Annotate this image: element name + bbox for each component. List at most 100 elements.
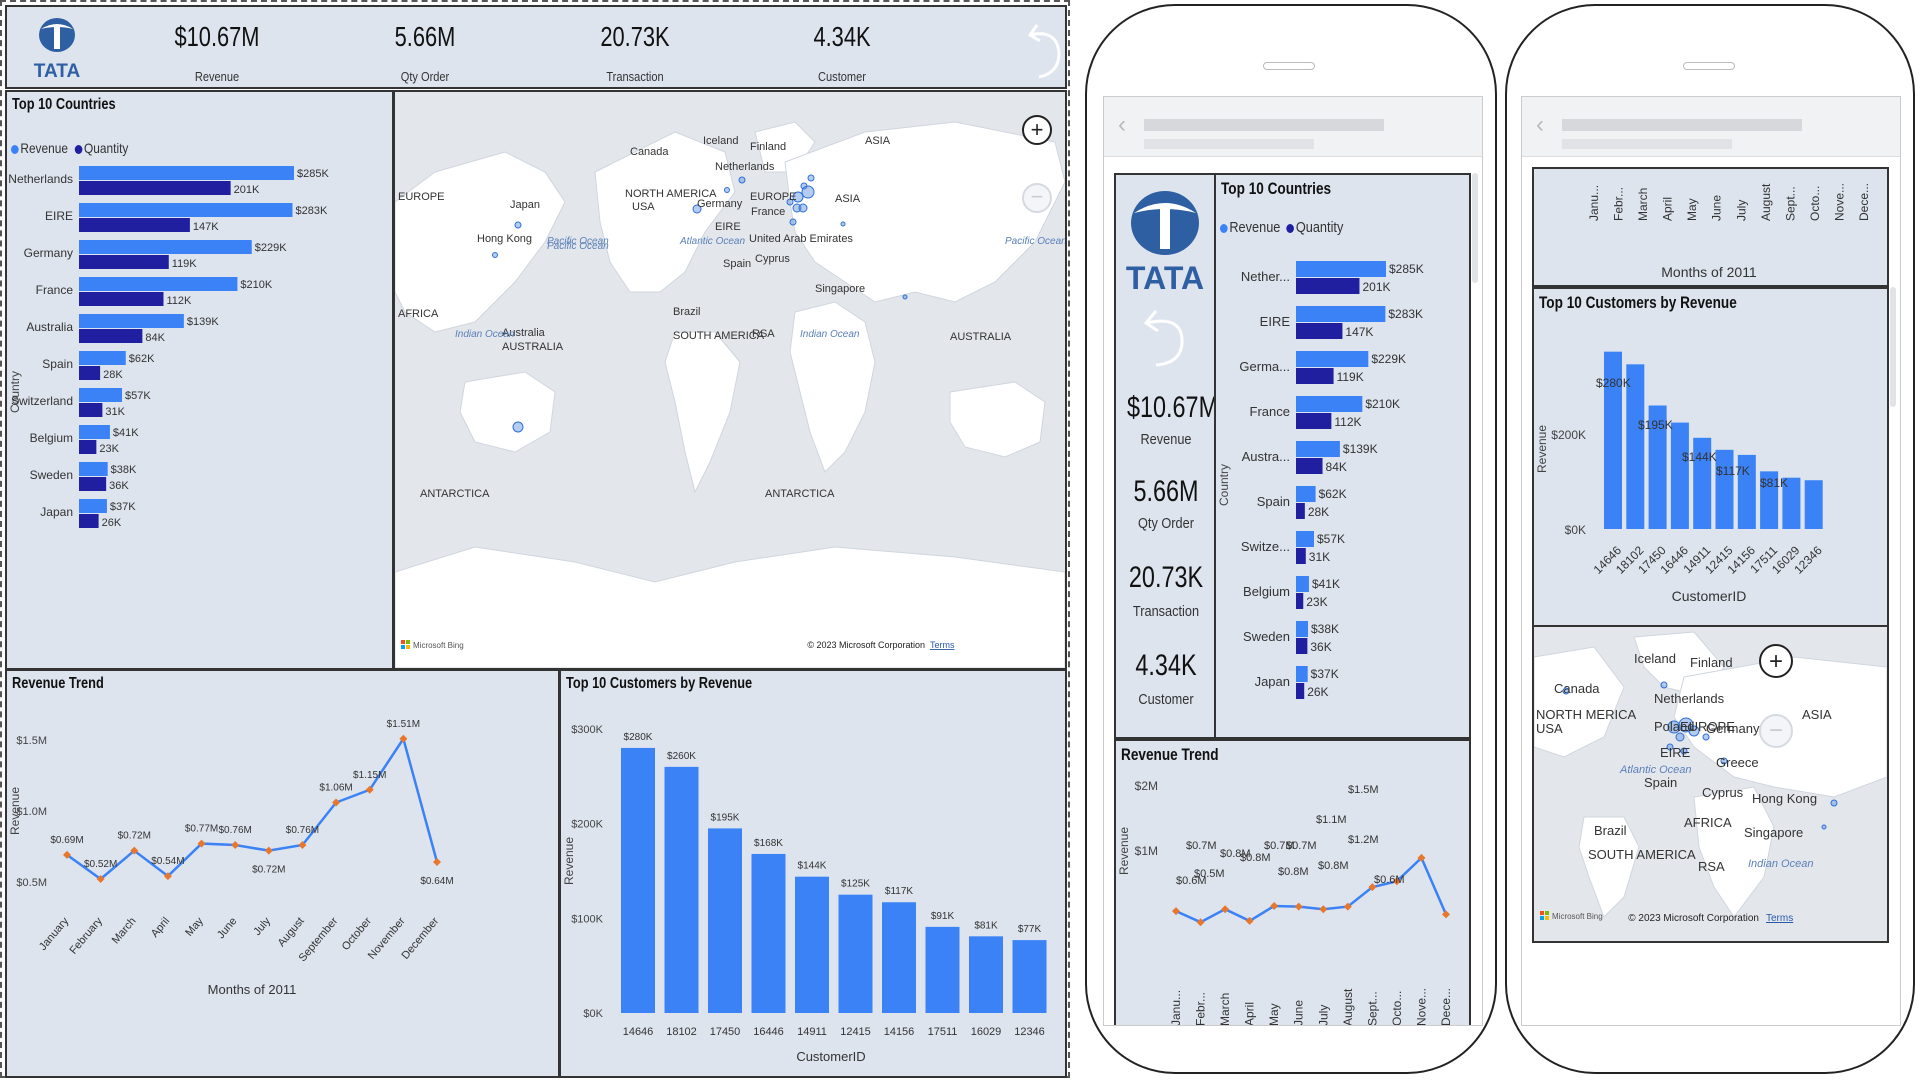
customer-bar: [882, 902, 916, 1013]
customer-data-label: $81K: [974, 920, 998, 931]
map-terms-link[interactable]: Terms: [930, 640, 955, 650]
mobile-trend-x-tick: June: [1292, 1000, 1306, 1026]
zoom-in-button[interactable]: +: [1022, 115, 1052, 145]
mobile2-trend-x-tick: June: [1710, 195, 1724, 221]
customers-y-tick: $100K: [571, 913, 603, 925]
quantity-data-label: 36K: [109, 480, 129, 492]
mobile-scrollbar-2[interactable]: [1890, 287, 1896, 407]
map-label: AFRICA: [398, 308, 439, 320]
quantity-data-label: 201K: [234, 184, 260, 196]
customer-data-label: $260K: [667, 751, 696, 762]
map-label: Japan: [510, 199, 540, 211]
quantity-bar: [79, 440, 97, 454]
trend-data-label: $0.69M: [50, 835, 83, 846]
customer-id-tick: 16029: [971, 1026, 1002, 1038]
country-label: Sweden: [30, 468, 73, 482]
mobile-kpi-customer-label: Customer: [1138, 691, 1194, 708]
zoom-out-icon: −: [1031, 184, 1044, 209]
mobile-kpi-revenue-value: $10.67M: [1127, 391, 1219, 424]
kpi-transaction-value: 20.73K: [600, 21, 670, 52]
revenue-data-label: $210K: [240, 279, 272, 291]
mobile-map-label: Spain: [1644, 775, 1677, 790]
map-label: Iceland: [703, 135, 738, 147]
mobile-zoom-out-button[interactable]: −: [1759, 714, 1793, 748]
revenue-data-label: $37K: [110, 501, 136, 513]
kpi-header: TATA $10.67M Revenue 5.66M Qty Order 20.…: [5, 5, 1067, 89]
zoom-out-button[interactable]: −: [1022, 183, 1052, 213]
customer-bar: [925, 926, 960, 1013]
trend-data-label: $1.06M: [319, 783, 352, 794]
phone-frame-2: ‹ Janu... Febr... March April May June July Aug…: [1505, 4, 1915, 1074]
customer-data-label: $195K: [711, 812, 740, 823]
customer-bar: [1012, 940, 1047, 1013]
mobile-top-countries-panel: Top 10 Countries Revenue Quantity Countr…: [1214, 173, 1471, 739]
mobile-trend-x-tick: August: [1341, 988, 1355, 1026]
desktop-dashboard: TATA $10.67M Revenue 5.66M Qty Order 20.…: [0, 0, 1070, 1078]
mobile2-trend-x-tick: August: [1759, 183, 1773, 221]
mobile-revenue-data-label: $229K: [1371, 352, 1406, 366]
customer-data-label: $77K: [1018, 924, 1042, 935]
top-customers-panel: Top 10 Customers by Revenue Revenue $0K $1…: [559, 669, 1067, 1078]
map-label: Brazil: [673, 306, 701, 318]
trend-data-label: $0.54M: [151, 856, 184, 867]
mobile-map-label: Finland: [1690, 655, 1733, 670]
mobile-countries-bar-chart: Country Nether... $285K 201K EIRE $283K 147K Ge…: [1217, 261, 1424, 699]
mobile2-trend-x-tick: Octo...: [1808, 186, 1822, 221]
mobile-world-map[interactable]: Iceland Finland Canada Netherlands NORTH MER…: [1534, 627, 1887, 941]
mobile-customer-bar: [1804, 480, 1823, 529]
map-label: Spain: [723, 258, 751, 270]
mobile-quantity-data-label: 36K: [1310, 640, 1331, 654]
mobile-revenue-bar: [1296, 576, 1309, 592]
revenue-data-label: $41K: [113, 427, 139, 439]
customer-bar: [664, 766, 699, 1013]
mobile-zoom-in-button[interactable]: +: [1759, 644, 1793, 678]
mobile-back-arrow-icon[interactable]: [1142, 305, 1188, 369]
mobile-trend-data-label: $1.2M: [1348, 834, 1379, 846]
mobile-trend-x-tick: Dece...: [1439, 988, 1453, 1026]
customer-bar: [708, 828, 742, 1013]
mobile-customers-y-axis-label: Revenue: [1535, 425, 1549, 473]
mobile-trend-data-label: $0.8M: [1278, 866, 1309, 878]
trend-data-label: $1.15M: [353, 770, 386, 781]
mobile-country-label: Switze...: [1241, 539, 1290, 554]
customer-data-label: $91K: [931, 911, 955, 922]
map-label: Hong Kong: [477, 233, 532, 245]
phone-back-chevron-icon[interactable]: ‹: [1118, 111, 1126, 139]
mobile-quantity-bar: [1296, 593, 1304, 609]
mobile-countries-axis-label: Country: [1217, 464, 1231, 506]
back-arrow-icon[interactable]: [1027, 19, 1065, 81]
revenue-bar: [79, 425, 110, 439]
mobile-quantity-data-label: 26K: [1307, 685, 1328, 699]
quantity-bar: [79, 514, 99, 528]
mobile-trend-data-label: $0.6M: [1374, 874, 1405, 886]
mobile-map-label: SOUTH AMERICA: [1588, 847, 1696, 862]
mobile-zoom-in-icon: +: [1769, 648, 1783, 675]
customer-data-label: $280K: [624, 732, 653, 743]
map-label: France: [751, 206, 785, 218]
customer-id-tick: 12346: [1014, 1026, 1045, 1038]
mobile-revenue-data-label: $285K: [1389, 262, 1424, 276]
trend-x-axis-label: Months of 2011: [208, 982, 297, 997]
mobile2-trend-x-tick: Dece...: [1857, 183, 1871, 221]
mobile-map-label: Greece: [1716, 755, 1759, 770]
country-label: Switzerland: [11, 394, 73, 408]
quantity-data-label: 147K: [193, 221, 219, 233]
trend-data-label: $0.76M: [219, 825, 252, 836]
map-label: SOUTH AMERICA: [673, 330, 765, 342]
trend-data-label: $1.51M: [387, 719, 420, 730]
mobile-map-label: Netherlands: [1654, 691, 1725, 706]
mobile-trend-y-axis-label: Revenue: [1117, 827, 1131, 875]
mobile-scrollbar[interactable]: [1472, 173, 1478, 283]
kpi-qty-label: Qty Order: [400, 69, 450, 84]
mobile-quantity-bar: [1296, 458, 1323, 474]
world-map[interactable]: CanadaIceland FinlandNetherlandsNORTH AME…: [395, 92, 1065, 668]
country-label: Netherlands: [8, 172, 73, 186]
mobile-trend-data-label: $0.8M: [1240, 852, 1271, 864]
mobile2-trend-x-tick: April: [1661, 197, 1675, 221]
mobile-trend-x-tick: Janu...: [1169, 990, 1183, 1026]
phone-back-chevron-icon-2[interactable]: ‹: [1536, 111, 1544, 139]
mobile-map-terms-link[interactable]: Terms: [1766, 913, 1793, 924]
revenue-bar: [79, 240, 252, 254]
customer-data-label: $117K: [885, 886, 914, 897]
mobile-revenue-bar: [1296, 486, 1316, 502]
